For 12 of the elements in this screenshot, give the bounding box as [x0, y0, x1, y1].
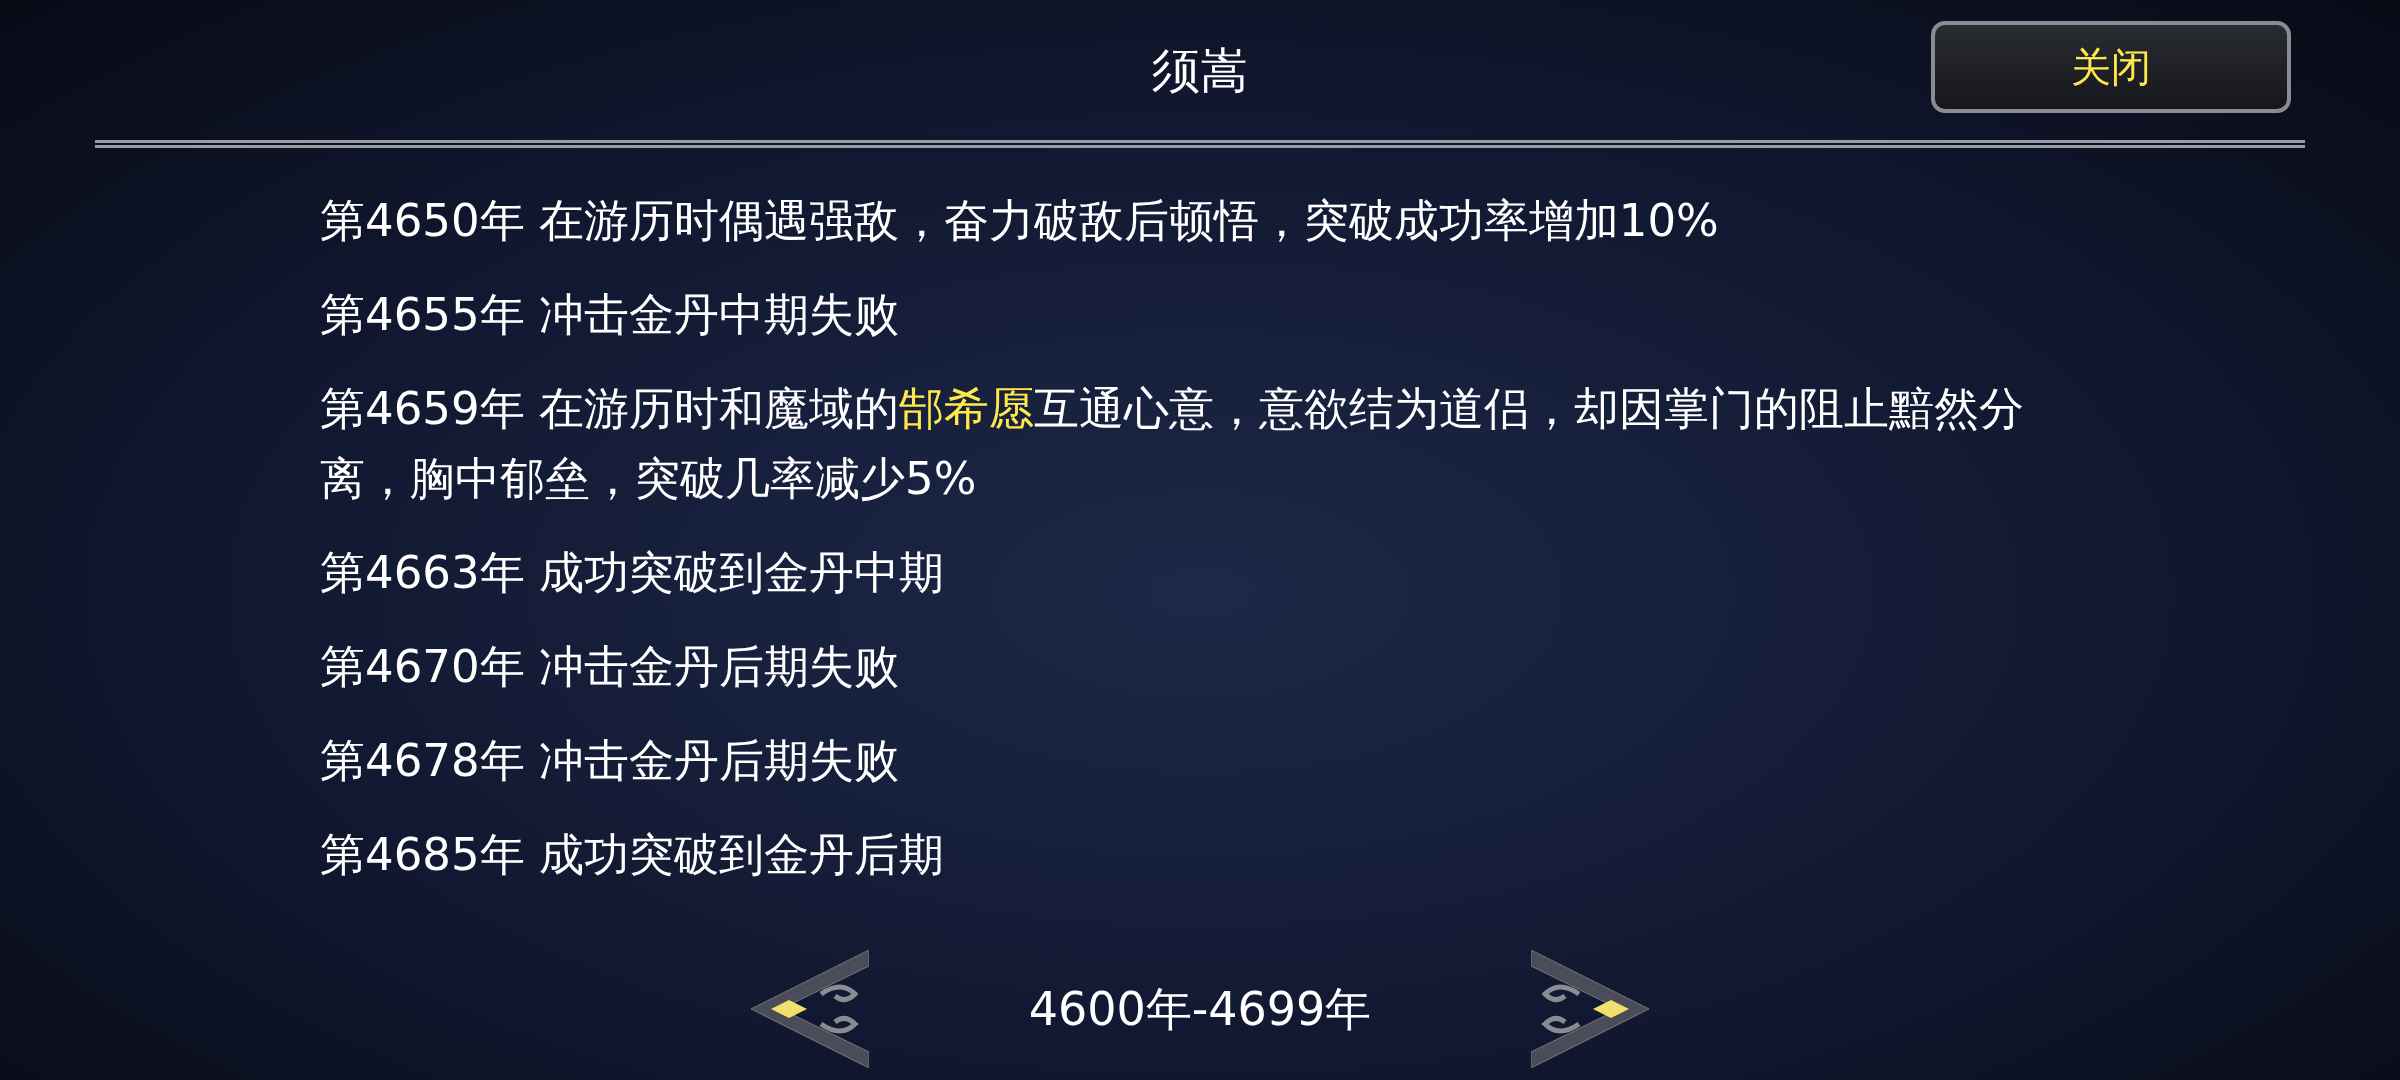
history-entry: 第4685年 成功突破到金丹后期 — [320, 827, 945, 883]
history-entry: 第4659年 在游历时和魔域的郜希愿互通心意，意欲结为道侣，却因掌门的阻止黯然分离，胸中郁垒，突破几率减少5% — [320, 381, 2025, 507]
history-entry: 第4650年 在游历时偶遇强敌，奋力破敌后顿悟，突破成功率增加10% — [320, 193, 1720, 249]
close-button[interactable]: 关闭 — [1931, 21, 2291, 113]
next-page-arrow[interactable] — [1531, 950, 1650, 1068]
history-entry: 第4655年 冲击金丹中期失败 — [320, 287, 900, 343]
year-range: 4600年-4699年 — [1028, 980, 1372, 1038]
history-entry: 第4678年 冲击金丹后期失败 — [320, 733, 900, 789]
history-entry: 第4670年 冲击金丹后期失败 — [320, 639, 900, 695]
window-title: 须嵩 — [1152, 41, 1248, 100]
history-entry: 第4663年 成功突破到金丹中期 — [320, 545, 945, 601]
previous-page-arrow[interactable] — [750, 950, 869, 1068]
